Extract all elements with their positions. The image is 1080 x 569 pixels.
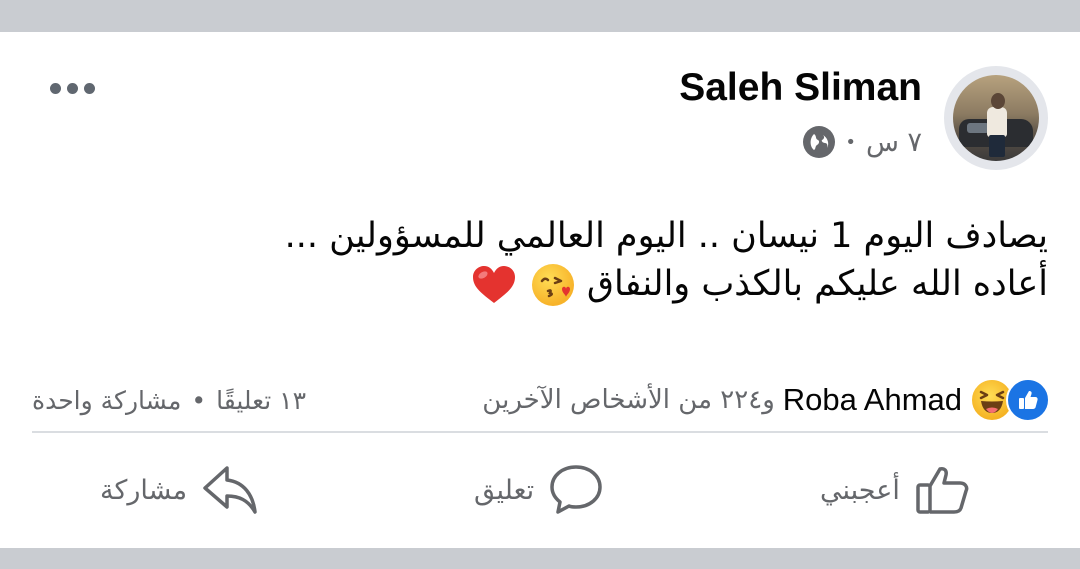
kissing-face-emoji [531, 264, 574, 306]
avatar-photo [953, 75, 1039, 161]
post-meta: ٧ س • [803, 126, 922, 158]
comments-count[interactable]: ١٣ تعليقًا [216, 386, 306, 415]
red-heart-emoji [471, 265, 517, 305]
share-arrow-icon [201, 462, 259, 518]
comment-button[interactable]: تعليق [474, 462, 604, 518]
globe-icon[interactable] [803, 126, 836, 158]
avatar-car-window [967, 123, 989, 133]
feed-gap-bottom [0, 548, 1080, 569]
meta-separator: • [845, 131, 856, 153]
feed-gap-top [0, 0, 1080, 32]
post-text-line-1: يصادف اليوم 1 نيسان .. اليوم العالمي للم… [284, 216, 1048, 256]
reactions-summary[interactable]: Roba Ahmad و٢٢٤ من الأشخاص الآخرين [482, 378, 1050, 422]
share-label: مشاركة [100, 474, 188, 506]
avatar-person-body [987, 107, 1007, 137]
actions-divider [32, 431, 1048, 433]
post-text-line-2-text: أعاده الله عليكم بالكذب والنفاق [586, 264, 1048, 304]
comment-bubble-icon [548, 463, 604, 517]
avatar[interactable] [944, 66, 1048, 170]
engagement-counts: ١٣ تعليقًا • مشاركة واحدة [32, 386, 306, 415]
reactor-others: و٢٢٤ من الأشخاص الآخرين [482, 385, 775, 415]
avatar-person-head [991, 93, 1005, 109]
more-options-button[interactable] [46, 76, 98, 100]
counts-separator: • [191, 386, 207, 415]
more-dots-icon [49, 82, 61, 94]
like-label: أعجبني [820, 474, 900, 506]
post-card: Saleh Sliman ٧ س • يصادف اليوم 1 نيسان .… [0, 32, 1080, 548]
share-button[interactable]: مشاركة [100, 462, 259, 518]
more-dots-icon-dot [66, 82, 78, 94]
comment-label: تعليق [474, 474, 535, 506]
author-name[interactable]: Saleh Sliman [679, 66, 922, 110]
avatar-person-legs [989, 135, 1005, 157]
reactor-name: Roba Ahmad [782, 382, 962, 417]
more-dots-icon-dot [83, 82, 95, 94]
like-icon [1006, 378, 1050, 422]
post-text: يصادف اليوم 1 نيسان .. اليوم العالمي للم… [148, 212, 1048, 308]
thumbs-up-icon [914, 464, 972, 516]
reaction-icons [970, 378, 1050, 422]
post-text-line-2: أعاده الله عليكم بالكذب والنفاق [148, 260, 1048, 308]
shares-count[interactable]: مشاركة واحدة [32, 386, 181, 415]
post-time[interactable]: ٧ س [866, 127, 922, 158]
like-button[interactable]: أعجبني [820, 462, 972, 518]
